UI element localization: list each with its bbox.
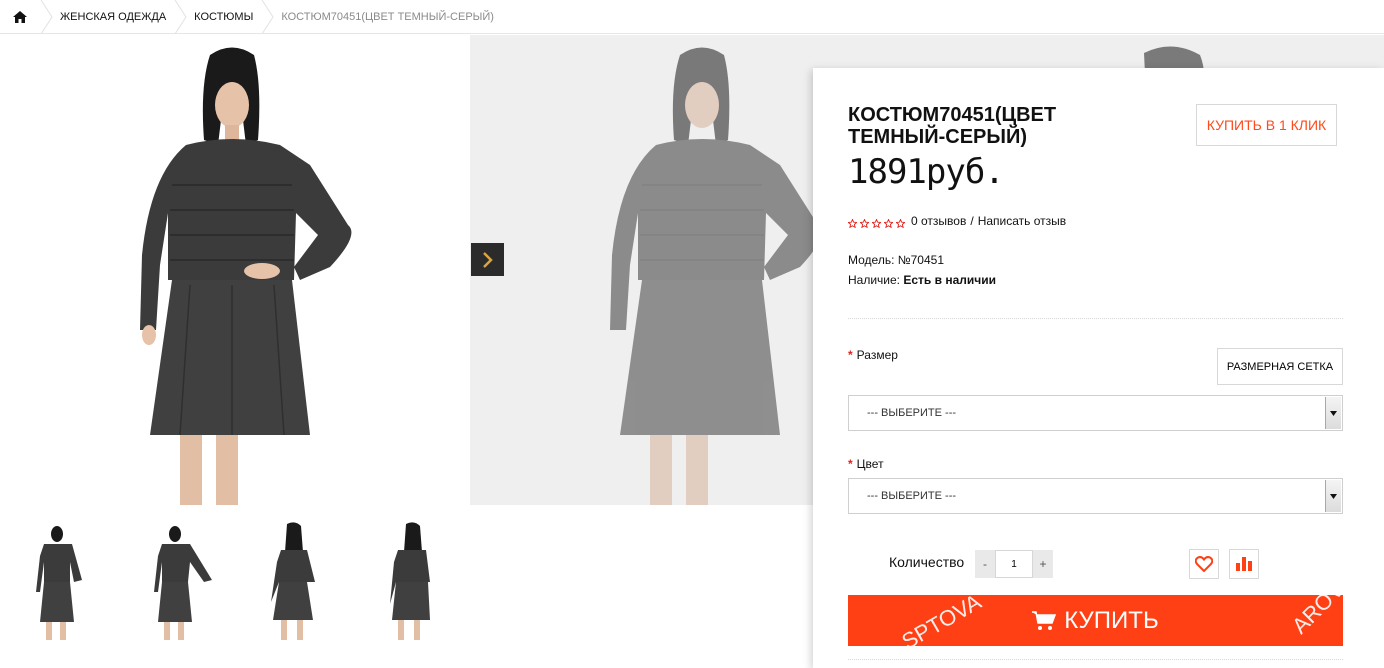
color-select[interactable]: --- ВЫБЕРИТЕ --- [848, 478, 1343, 514]
model-row: Модель: №70451 [848, 250, 996, 270]
quantity-input[interactable] [995, 550, 1033, 578]
thumbnail-image [390, 522, 430, 640]
compare-button[interactable] [1229, 549, 1259, 579]
thumbnail-2[interactable] [132, 522, 222, 640]
breadcrumb-separator [40, 0, 54, 34]
quantity-increase-button[interactable]: + [1033, 550, 1053, 578]
star-empty-icon [895, 217, 906, 228]
main-product-image[interactable] [0, 35, 470, 505]
wishlist-button[interactable] [1189, 549, 1219, 579]
breadcrumb-current: КОСТЮМ70451(ЦВЕТ ТЕМНЫЙ-СЕРЫЙ) [281, 10, 494, 23]
thumbnail-1[interactable] [14, 522, 104, 640]
rating-stars [847, 217, 906, 228]
star-empty-icon [871, 217, 882, 228]
buy-button-label: КУПИТЬ [1064, 606, 1159, 634]
size-select-value: --- ВЫБЕРИТЕ --- [867, 407, 957, 419]
home-icon [13, 10, 27, 23]
rating-separator: / [970, 214, 974, 228]
thumbnail-image [271, 522, 315, 640]
watermark-text: sptova [897, 595, 986, 646]
size-chart-button[interactable]: РАЗМЕРНАЯ СЕТКА [1217, 348, 1343, 385]
quantity-stepper: - + [975, 550, 1053, 578]
size-select[interactable]: --- ВЫБЕРИТЕ --- [848, 395, 1343, 431]
thumbnail-strip [14, 522, 474, 642]
size-label-text: Размер [856, 348, 898, 362]
cart-icon [1032, 610, 1057, 630]
quantity-decrease-button[interactable]: - [975, 550, 995, 578]
product-price: 1891руб. [848, 152, 1005, 192]
thumbnail-image [154, 526, 212, 640]
product-title: КОСТЮМ70451(ЦВЕТ ТЕМНЫЙ-СЕРЫЙ) [848, 104, 1057, 148]
write-review-link[interactable]: Написать отзыв [978, 214, 1066, 228]
thumbnail-image [36, 526, 82, 640]
model-label: Модель: [848, 253, 895, 267]
star-empty-icon [859, 217, 870, 228]
model-value: №70451 [897, 253, 944, 267]
color-select-value: --- ВЫБЕРИТЕ --- [867, 490, 957, 502]
reviews-count-link[interactable]: 0 отзывов [911, 214, 966, 228]
model-figure [140, 47, 352, 505]
slideshow-next-button[interactable] [471, 243, 504, 276]
color-option-label: * Цвет [848, 457, 884, 471]
product-meta: Модель: №70451 Наличие: Есть в наличии [848, 250, 996, 290]
star-empty-icon [847, 217, 858, 228]
required-mark: * [848, 348, 853, 362]
chevron-right-icon [482, 251, 493, 268]
availability-label: Наличие: [848, 273, 901, 287]
dropdown-arrow-icon [1325, 397, 1341, 429]
buy-button[interactable]: sptova arov КУПИТЬ [848, 595, 1343, 646]
thumbnail-3[interactable] [249, 522, 339, 640]
quantity-label: Количество [889, 554, 965, 570]
product-info-panel: КОСТЮМ70451(ЦВЕТ ТЕМНЫЙ-СЕРЫЙ) 1891руб. … [813, 68, 1384, 668]
divider [848, 659, 1343, 660]
buy-one-click-button[interactable]: КУПИТЬ В 1 КЛИК [1196, 104, 1337, 146]
thumbnail-4[interactable] [366, 522, 456, 640]
required-mark: * [848, 457, 853, 471]
buy-button-content: КУПИТЬ [1032, 606, 1159, 635]
dropdown-arrow-icon [1325, 480, 1341, 512]
star-empty-icon [883, 217, 894, 228]
heart-icon [1195, 556, 1213, 572]
breadcrumb-item-womens-clothing[interactable]: ЖЕНСКАЯ ОДЕЖДА [54, 11, 174, 23]
breadcrumb-home[interactable] [0, 0, 40, 34]
breadcrumb: ЖЕНСКАЯ ОДЕЖДА КОСТЮМЫ КОСТЮМ70451(ЦВЕТ … [0, 0, 1384, 34]
breadcrumb-item-suits[interactable]: КОСТЮМЫ [188, 11, 261, 23]
bar-chart-icon [1236, 557, 1252, 571]
watermark-text: arov [1286, 595, 1343, 639]
availability-value: Есть в наличии [903, 273, 996, 287]
availability-row: Наличие: Есть в наличии [848, 270, 996, 290]
breadcrumb-separator [261, 0, 275, 34]
breadcrumb-separator [174, 0, 188, 34]
divider [848, 318, 1343, 319]
rating: 0 отзывов / Написать отзыв [847, 214, 1066, 228]
size-option-label: * Размер [848, 348, 898, 362]
color-label-text: Цвет [856, 457, 884, 471]
